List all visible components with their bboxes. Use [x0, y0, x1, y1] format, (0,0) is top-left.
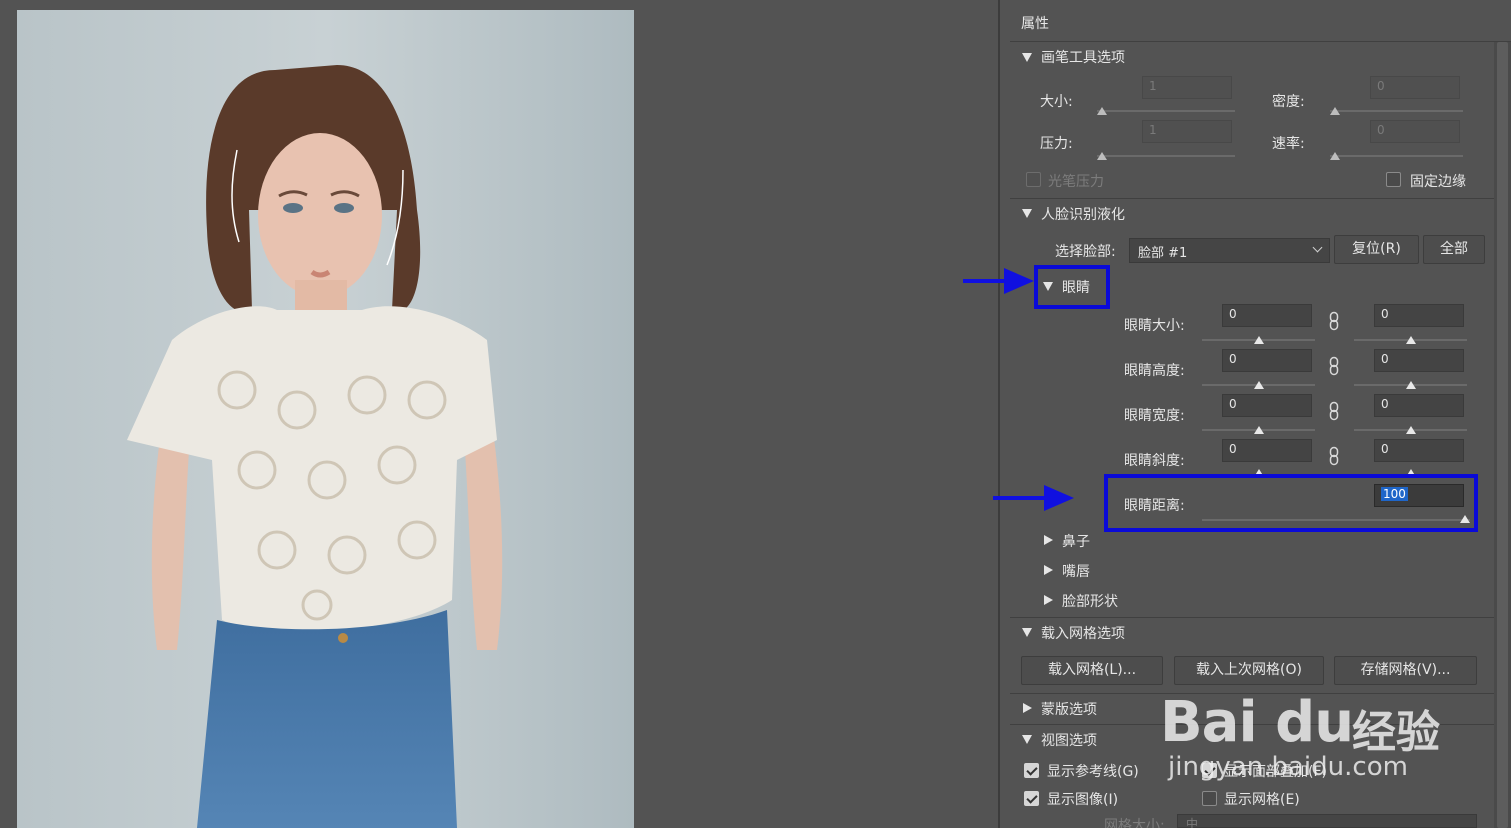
size-label: 大小: — [1040, 94, 1073, 110]
rate-slider-thumb[interactable] — [1330, 152, 1340, 160]
eye-height-left-thumb[interactable] — [1254, 381, 1264, 389]
brush-section-collapse-icon[interactable] — [1022, 53, 1032, 62]
select-face-dropdown[interactable]: 脸部 #1 — [1129, 238, 1330, 263]
watermark-url: jingyan.baidu.com — [1168, 752, 1408, 782]
watermark-brand: 经验 — [1352, 707, 1440, 758]
eye-height-right-thumb[interactable] — [1406, 381, 1416, 389]
eye-size-right-thumb[interactable] — [1406, 336, 1416, 344]
eye-size-left-input[interactable]: 0 — [1222, 304, 1312, 327]
chevron-down-icon — [1312, 242, 1323, 253]
eye-width-left-thumb[interactable] — [1254, 426, 1264, 434]
show-guides-checkbox[interactable] — [1024, 763, 1039, 778]
pressure-input[interactable]: 1 — [1142, 120, 1232, 143]
panel-title: 属性 — [1021, 16, 1049, 32]
all-button[interactable]: 全部 — [1423, 235, 1485, 264]
show-guides-label: 显示参考线(G) — [1047, 764, 1139, 780]
preview-photo[interactable] — [17, 10, 634, 828]
view-section-title[interactable]: 视图选项 — [1041, 730, 1097, 750]
reset-button[interactable]: 复位(R) — [1334, 235, 1419, 264]
eye-height-left-input[interactable]: 0 — [1222, 349, 1312, 372]
portrait-image — [17, 10, 634, 828]
baidu-watermark: Bai du 经验 jingyan.baidu.com — [1160, 690, 1500, 820]
pin-edges-label: 固定边缘 — [1410, 174, 1466, 190]
eye-width-right-input[interactable]: 0 — [1374, 394, 1464, 417]
eye-height-right-input[interactable]: 0 — [1374, 349, 1464, 372]
pressure-slider-track[interactable] — [1097, 155, 1235, 157]
stylus-pressure-checkbox[interactable] — [1026, 172, 1041, 187]
rate-input[interactable]: 0 — [1370, 120, 1460, 143]
load-last-mesh-button[interactable]: 载入上次网格(O) — [1174, 656, 1324, 685]
eye-width-left-input[interactable]: 0 — [1222, 394, 1312, 417]
mouth-expand-icon[interactable] — [1044, 565, 1053, 575]
eye-tilt-label: 眼睛斜度: — [1124, 453, 1185, 469]
mask-section-title[interactable]: 蒙版选项 — [1041, 699, 1097, 719]
eyes-arrow-shaft — [963, 279, 1005, 283]
eye-distance-highlight-box — [1104, 474, 1478, 532]
face-section-collapse-icon[interactable] — [1022, 209, 1032, 218]
pin-edges-checkbox[interactable] — [1386, 172, 1401, 187]
section-separator — [1010, 198, 1494, 199]
load-mesh-button[interactable]: 载入网格(L)... — [1021, 656, 1163, 685]
select-face-label: 选择脸部: — [1055, 244, 1116, 260]
show-image-label: 显示图像(I) — [1047, 792, 1119, 808]
link-chain-icon[interactable] — [1329, 356, 1339, 376]
mouth-subsection-title[interactable]: 嘴唇 — [1062, 561, 1090, 581]
eye-height-label: 眼睛高度: — [1124, 363, 1185, 379]
eye-size-label: 眼睛大小: — [1124, 318, 1185, 334]
section-separator — [1010, 617, 1494, 618]
eye-width-right-thumb[interactable] — [1406, 426, 1416, 434]
brush-section-title[interactable]: 画笔工具选项 — [1041, 47, 1125, 67]
pressure-slider-thumb[interactable] — [1097, 152, 1107, 160]
pressure-label: 压力: — [1040, 136, 1073, 152]
face-shape-subsection-title[interactable]: 脸部形状 — [1062, 591, 1118, 611]
density-slider-track[interactable] — [1330, 110, 1463, 112]
size-slider-thumb[interactable] — [1097, 107, 1107, 115]
density-slider-thumb[interactable] — [1330, 107, 1340, 115]
watermark-logo: Bai du — [1160, 690, 1354, 755]
mesh-section-title[interactable]: 载入网格选项 — [1041, 623, 1125, 643]
mesh-size-label: 网格大小: — [1104, 818, 1165, 828]
density-input[interactable]: 0 — [1370, 76, 1460, 99]
link-chain-icon[interactable] — [1329, 446, 1339, 466]
mask-section-expand-icon[interactable] — [1023, 703, 1032, 713]
eye-tilt-right-input[interactable]: 0 — [1374, 439, 1464, 462]
face-shape-expand-icon[interactable] — [1044, 595, 1053, 605]
link-chain-icon[interactable] — [1329, 311, 1339, 331]
stylus-pressure-label: 光笔压力 — [1048, 174, 1104, 190]
save-mesh-button[interactable]: 存储网格(V)... — [1334, 656, 1477, 685]
size-input[interactable]: 1 — [1142, 76, 1232, 99]
eye-distance-arrow-shaft — [993, 496, 1045, 500]
rate-label: 速率: — [1272, 136, 1305, 152]
eye-tilt-left-input[interactable]: 0 — [1222, 439, 1312, 462]
eye-distance-arrow-head — [1044, 485, 1074, 511]
eyes-arrow-head — [1004, 268, 1034, 294]
view-section-collapse-icon[interactable] — [1022, 735, 1032, 744]
canvas-area[interactable] — [0, 0, 998, 828]
select-face-value: 脸部 #1 — [1138, 246, 1188, 261]
size-slider-track[interactable] — [1097, 110, 1235, 112]
rate-slider-track[interactable] — [1330, 155, 1463, 157]
nose-expand-icon[interactable] — [1044, 535, 1053, 545]
link-chain-icon[interactable] — [1329, 401, 1339, 421]
face-section-title[interactable]: 人脸识别液化 — [1041, 204, 1125, 224]
nose-subsection-title[interactable]: 鼻子 — [1062, 531, 1090, 551]
panel-header: 属性 — [1010, 0, 1511, 42]
eye-size-left-thumb[interactable] — [1254, 336, 1264, 344]
show-image-checkbox[interactable] — [1024, 791, 1039, 806]
eye-width-label: 眼睛宽度: — [1124, 408, 1185, 424]
mesh-section-collapse-icon[interactable] — [1022, 628, 1032, 637]
eye-size-right-input[interactable]: 0 — [1374, 304, 1464, 327]
eyes-highlight-box — [1034, 265, 1110, 309]
density-label: 密度: — [1272, 94, 1305, 110]
